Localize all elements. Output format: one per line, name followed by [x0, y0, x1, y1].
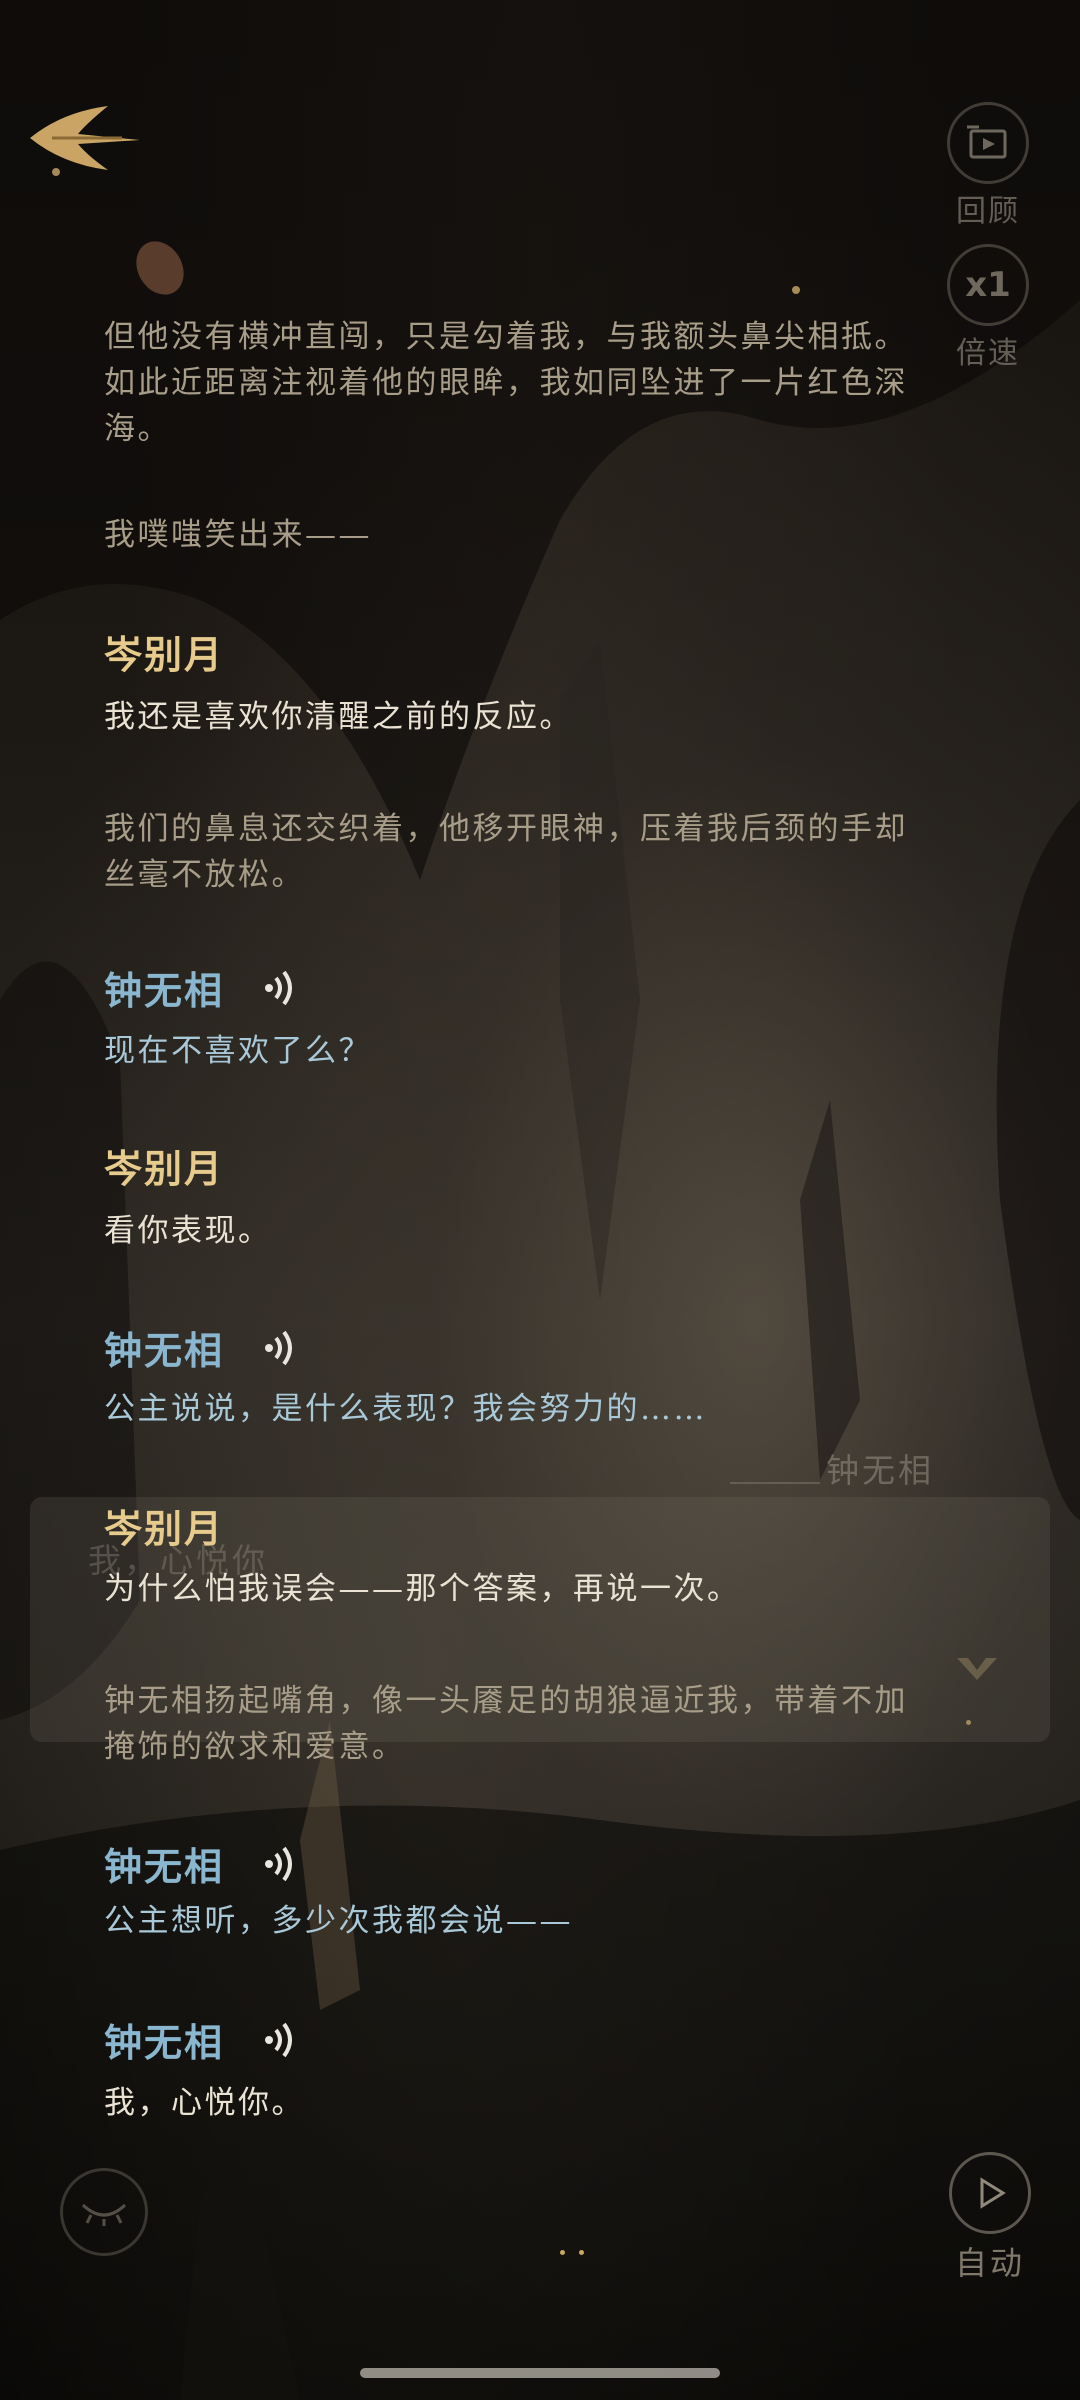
- eye-closed-icon: [81, 2203, 127, 2226]
- review-icon: [947, 102, 1029, 184]
- page-dots: [560, 2240, 598, 2259]
- speaker-name-text: 岑别月: [104, 1146, 225, 1191]
- dialog-line: 现在不喜欢了么？: [104, 1033, 372, 1069]
- chevron-down-icon: [957, 1658, 997, 1680]
- hide-ui-button[interactable]: [60, 2168, 148, 2256]
- speaker-name: 岑别月: [104, 1498, 934, 1553]
- speaker-name-text: 岑别月: [104, 632, 225, 677]
- voice-icon[interactable]: [264, 2020, 298, 2060]
- dialog-line: 公主想听，多少次我都会说——: [104, 1903, 573, 1939]
- firefly-spark: [792, 286, 800, 294]
- home-indicator[interactable]: [360, 2368, 720, 2378]
- voice-icon[interactable]: [264, 1328, 298, 1368]
- review-label: 回顾: [956, 194, 1020, 229]
- speaker-name: 钟无相: [104, 1836, 934, 1891]
- voice-icon[interactable]: [264, 1844, 298, 1884]
- speed-value: x1: [965, 265, 1011, 305]
- game-screen: 回顾 x1 倍速 钟无相 我，心悦你 但他没有横冲直闯，只是勾着我，与我额头鼻尖…: [0, 0, 1080, 2400]
- auto-play-button[interactable]: 自动: [940, 2152, 1040, 2284]
- speaker-name-text: 钟无相: [104, 1328, 225, 1373]
- speaker-name: 钟无相: [104, 2012, 934, 2067]
- review-button[interactable]: 回顾: [946, 102, 1030, 230]
- speaker-name-text: 钟无相: [104, 968, 225, 1013]
- narration-line: 我噗嗤笑出来——: [104, 517, 372, 553]
- speaker-name: 钟无相: [104, 960, 934, 1015]
- speed-label: 倍速: [956, 336, 1020, 371]
- speaker-name-text: 岑别月: [104, 1506, 225, 1551]
- dialog-line: 看你表现。: [104, 1213, 272, 1249]
- narration-line: 我们的鼻息还交织着，他移开眼神，压着我后颈的手却丝毫不放松。: [104, 811, 908, 893]
- speaker-name-text: 钟无相: [104, 2020, 225, 2065]
- dialog-line: 我，心悦你。: [104, 2085, 305, 2121]
- speaker-name: 钟无相: [104, 1320, 934, 1375]
- ghost-speaker-name: 钟无相: [826, 1451, 934, 1490]
- speaker-name: 岑别月: [104, 624, 934, 679]
- voice-icon[interactable]: [264, 968, 298, 1008]
- ghost-divider: [730, 1482, 820, 1484]
- play-icon: [949, 2152, 1031, 2234]
- speaker-name: 岑别月: [104, 1138, 934, 1193]
- narration-line: 但他没有横冲直闯，只是勾着我，与我额头鼻尖相抵。如此近距离注视着他的眼眸，我如同…: [104, 319, 908, 447]
- dialog-line: 我还是喜欢你清醒之前的反应。: [104, 699, 573, 735]
- auto-label: 自动: [954, 2244, 1025, 2282]
- speed-badge: x1: [947, 244, 1029, 326]
- narration-line: 钟无相扬起嘴角，像一头餍足的胡狼逼近我，带着不加掩饰的欲求和爱意。: [104, 1683, 908, 1765]
- speaker-name-text: 钟无相: [104, 1844, 225, 1889]
- speed-button[interactable]: x1 倍速: [946, 244, 1030, 372]
- back-arrow-icon[interactable]: [22, 98, 142, 178]
- dialog-line: 为什么怕我误会——那个答案，再说一次。: [104, 1571, 741, 1607]
- dialog-line: 公主说说，是什么表现？我会努力的……: [104, 1391, 707, 1427]
